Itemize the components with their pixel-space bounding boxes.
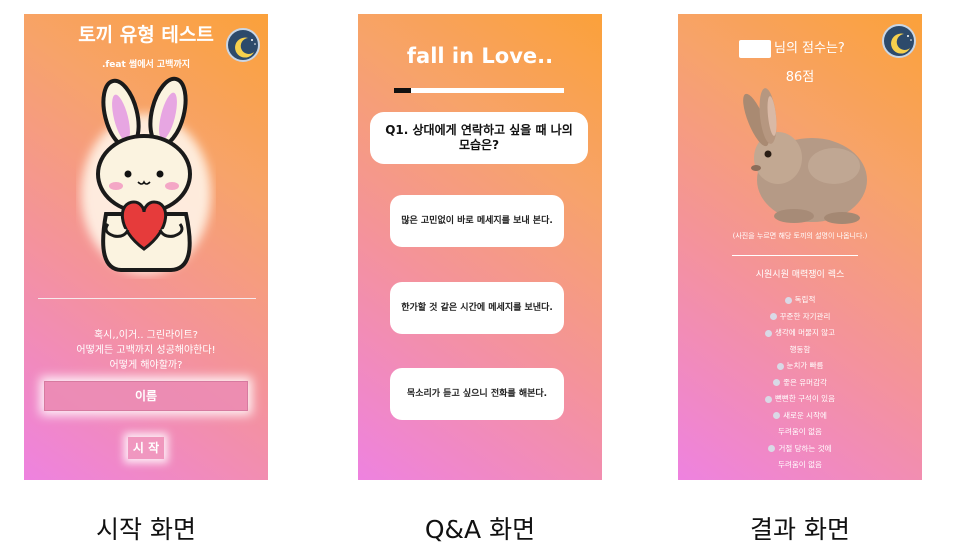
list-item: 꾸준한 자기관리: [678, 309, 922, 326]
start-screen-panel: 토끼 유형 테스트 .feat 썸에서 고백까지 혹시,,이거.. 그린라이트?…: [24, 14, 268, 480]
result-type: 시원시원 매력쟁이 렉스: [755, 270, 845, 280]
trait-label: 두려움이 없음: [778, 427, 822, 436]
answer-option[interactable]: 한가할 것 같은 시간에 메세지를 보낸다.: [390, 282, 564, 334]
trait-list: 독립적 꾸준한 자기관리 생각에 머물지 않고 행동함 눈치가 빠름 좋은 유머…: [678, 292, 922, 474]
rabbit-face-icon: [765, 395, 773, 403]
desc-line: 혹시,,이거.. 그린라이트?: [93, 330, 198, 341]
desc-line: 어떻게 해야할까?: [109, 360, 183, 371]
list-item: 두려움이 없음: [678, 457, 922, 474]
start-button[interactable]: 시 작: [128, 437, 164, 459]
page-title: fall in Love..: [406, 44, 554, 68]
result-screen-panel: 님의 점수는? 86점 (사진을 누르면 해당 토끼의 설명이 나옵니다.) 시…: [678, 14, 922, 480]
divider: [38, 298, 256, 299]
moon-icon[interactable]: [882, 24, 916, 58]
trait-label: 두려움이 없음: [778, 460, 822, 469]
divider: [732, 255, 858, 256]
progress-fill: [394, 88, 411, 93]
desc-line: 어떻게든 고백까지 성공해야한다!: [76, 345, 216, 356]
start-screen-caption: 시작 화면: [96, 515, 196, 544]
rabbit-face-icon: [769, 313, 777, 320]
answer-option[interactable]: 목소리가 듣고 싶으니 전화를 해본다.: [390, 368, 564, 420]
trait-label: 생각에 머물지 않고: [775, 328, 835, 337]
rabbit-face-icon: [784, 296, 792, 304]
photo-hint: (사진을 누르면 해당 토끼의 설명이 나옵니다.): [732, 232, 868, 240]
list-item: 눈치가 빠름: [678, 358, 922, 375]
rabbit-photo[interactable]: [734, 88, 870, 234]
score-title: 님의 점수는?: [774, 41, 845, 56]
qa-screen-caption: Q&A 화면: [424, 515, 536, 544]
subtitle: .feat 썸에서 고백까지: [101, 60, 191, 70]
name-input[interactable]: 이름: [44, 381, 248, 411]
list-item: 독립적: [678, 292, 922, 309]
trait-label: 행동함: [789, 344, 811, 354]
trait-label: 새로운 시작에: [783, 410, 827, 420]
trait-label: 독립적: [794, 295, 816, 304]
progress-bar: [394, 88, 564, 93]
qa-screen-panel: fall in Love.. Q1. 상대에게 연락하고 싶을 때 나의 모습은…: [358, 14, 602, 480]
trait-label: 거절 당하는 것에: [778, 443, 832, 453]
intro-description: 혹시,,이거.. 그린라이트? 어떻게든 고백까지 성공해야한다! 어떻게 해야…: [24, 328, 268, 373]
rabbit-face-icon: [765, 329, 773, 337]
list-item: 뻔뻔한 구석이 있음: [678, 391, 922, 408]
list-item: 행동함: [678, 342, 922, 359]
bunny-heart-illustration: [76, 74, 216, 283]
list-item: 좋은 유머감각: [678, 375, 922, 392]
list-item: 새로운 시작에: [678, 408, 922, 425]
rabbit-face-icon: [768, 445, 776, 452]
question-card: Q1. 상대에게 연락하고 싶을 때 나의 모습은?: [370, 112, 588, 164]
list-item: 생각에 머물지 않고: [678, 325, 922, 342]
list-item: 두려움이 없음: [678, 424, 922, 441]
rabbit-face-icon: [773, 412, 781, 419]
trait-label: 눈치가 빠름: [786, 361, 824, 370]
trait-label: 뻔뻔한 구석이 있음: [775, 394, 835, 403]
user-name-field: [739, 40, 771, 58]
trait-label: 꾸준한 자기관리: [779, 311, 831, 321]
score-value: 86점: [785, 70, 815, 85]
rabbit-face-icon: [773, 379, 781, 386]
list-item: 거절 당하는 것에: [678, 441, 922, 458]
rabbit-face-icon: [776, 362, 784, 370]
answer-option[interactable]: 많은 고민없이 바로 메세지를 보내 본다.: [390, 195, 564, 247]
result-screen-caption: 결과 화면: [750, 515, 850, 544]
trait-label: 좋은 유머감각: [783, 377, 827, 387]
